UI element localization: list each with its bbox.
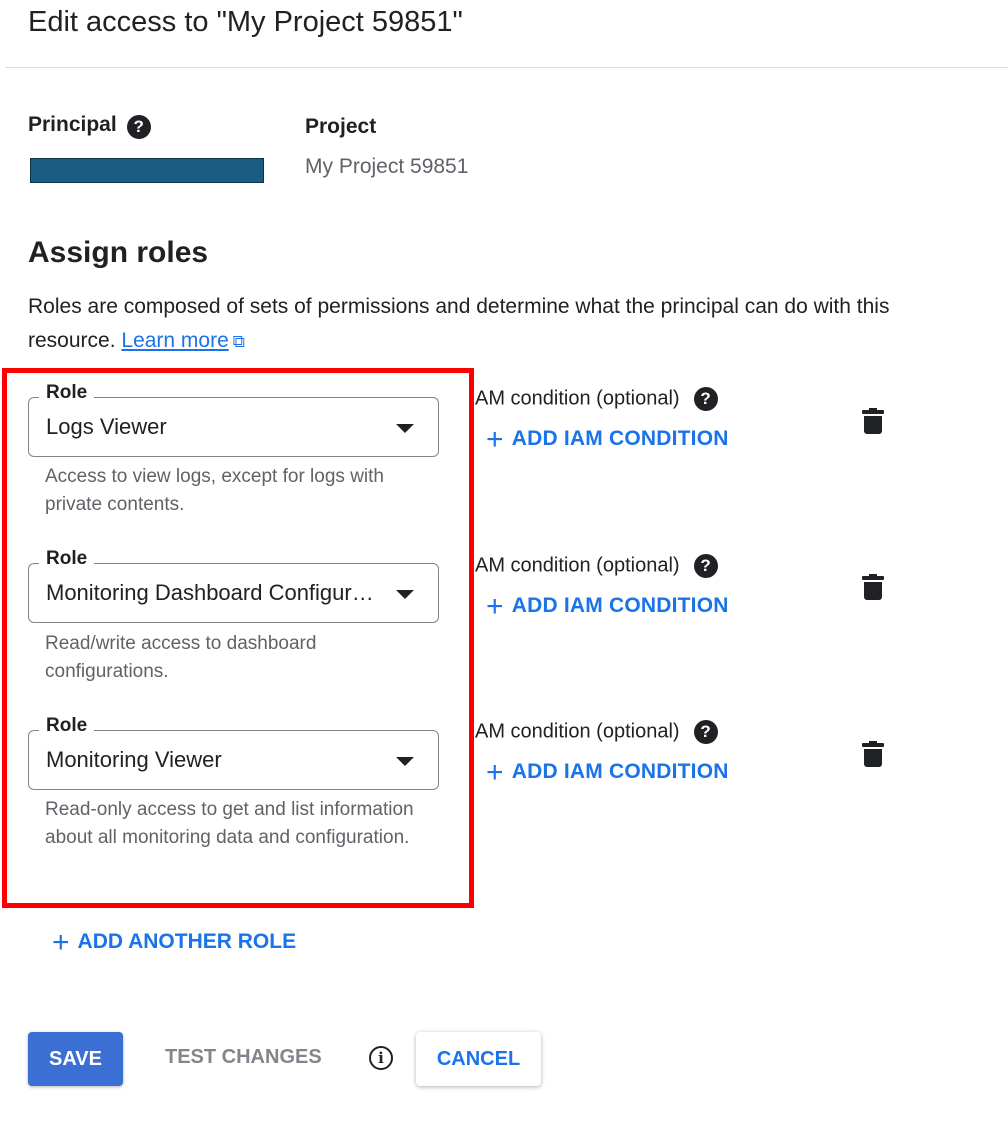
info-icon[interactable]: i	[369, 1046, 393, 1070]
principal-header: Principal?	[28, 113, 151, 139]
add-iam-condition-label: ADD IAM CONDITION	[511, 760, 729, 783]
learn-more-link[interactable]: Learn more	[121, 329, 228, 352]
project-label: Project	[305, 115, 377, 138]
plus-icon: +	[486, 423, 504, 456]
plus-icon: +	[486, 590, 504, 623]
help-icon[interactable]: ?	[693, 387, 718, 411]
delete-role-icon[interactable]	[862, 408, 884, 434]
test-changes-button[interactable]: TEST CHANGES	[165, 1046, 322, 1069]
external-link-icon: ⧉	[232, 332, 245, 351]
add-iam-condition-label: ADD IAM CONDITION	[511, 427, 729, 450]
title-divider	[5, 67, 1008, 68]
project-value: My Project 59851	[305, 155, 469, 178]
save-button[interactable]: SAVE	[28, 1032, 123, 1086]
cancel-button[interactable]: CANCEL	[416, 1032, 541, 1086]
iam-condition-text: AM condition (optional)	[475, 720, 680, 743]
delete-role-icon[interactable]	[862, 574, 884, 600]
iam-condition-label-1: AM condition (optional)?	[475, 387, 718, 411]
iam-condition-label-3: AM condition (optional)?	[475, 720, 718, 744]
iam-condition-text: AM condition (optional)	[475, 554, 680, 577]
delete-role-icon[interactable]	[862, 741, 884, 767]
add-iam-condition-button-1[interactable]: + ADD IAM CONDITION	[486, 423, 729, 457]
add-iam-condition-label: ADD IAM CONDITION	[511, 594, 729, 617]
add-iam-condition-button-2[interactable]: + ADD IAM CONDITION	[486, 590, 729, 624]
help-icon[interactable]: ?	[693, 554, 718, 578]
help-icon[interactable]: ?	[126, 114, 151, 139]
plus-icon: +	[52, 926, 70, 959]
plus-icon: +	[486, 756, 504, 789]
add-iam-condition-button-3[interactable]: + ADD IAM CONDITION	[486, 756, 729, 790]
assign-roles-heading: Assign roles	[28, 236, 209, 269]
roles-highlight-box	[2, 368, 474, 908]
principal-value-redacted	[30, 158, 264, 183]
principal-label: Principal	[28, 113, 117, 136]
help-icon[interactable]: ?	[693, 720, 718, 744]
dialog-title: Edit access to "My Project 59851"	[28, 6, 463, 38]
add-another-role-label: ADD ANOTHER ROLE	[77, 930, 297, 953]
add-another-role-button[interactable]: + ADD ANOTHER ROLE	[52, 926, 296, 960]
iam-condition-text: AM condition (optional)	[475, 387, 680, 410]
assign-roles-description: Roles are composed of sets of permission…	[28, 290, 908, 359]
iam-condition-label-2: AM condition (optional)?	[475, 554, 718, 578]
